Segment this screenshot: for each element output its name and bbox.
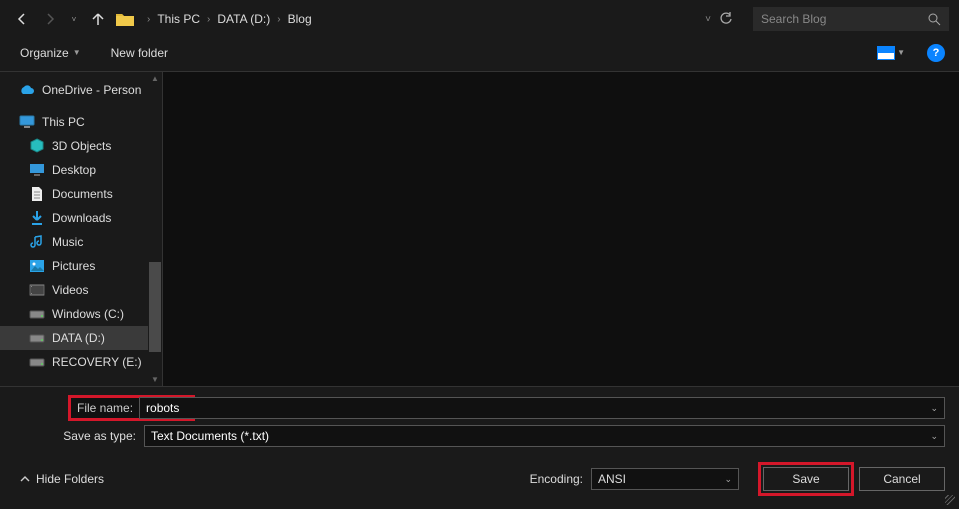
- breadcrumb-segment[interactable]: Blog: [282, 10, 318, 28]
- scroll-thumb[interactable]: [149, 262, 161, 352]
- picture-icon: [28, 258, 46, 274]
- chevron-down-icon[interactable]: ˅: [705, 14, 711, 25]
- tree-item-label: Desktop: [52, 163, 96, 177]
- tree-item-label: Videos: [52, 283, 88, 297]
- search-input[interactable]: Search Blog: [753, 7, 949, 31]
- tree-item-data-d[interactable]: DATA (D:): [0, 326, 162, 350]
- doc-icon: [28, 186, 46, 202]
- music-icon: [28, 234, 46, 250]
- resize-grip[interactable]: [943, 493, 955, 505]
- organize-toolbar: Organize▼ New folder ▼ ?: [0, 38, 959, 72]
- organize-button[interactable]: Organize▼: [14, 42, 87, 64]
- tree-item-this-pc[interactable]: This PC: [0, 110, 162, 134]
- up-button[interactable]: [86, 7, 110, 31]
- tree-item-label: RECOVERY (E:): [52, 355, 142, 369]
- cloud-icon: [18, 82, 36, 98]
- tree-item-recovery-e[interactable]: RECOVERY (E:): [0, 350, 162, 374]
- chevron-down-icon[interactable]: ⌄: [930, 431, 938, 442]
- chevron-down-icon[interactable]: ▼: [897, 48, 905, 57]
- chevron-down-icon: ▼: [73, 48, 81, 57]
- tree-item-videos[interactable]: Videos: [0, 278, 162, 302]
- tree-item-label: Music: [52, 235, 83, 249]
- savetype-select[interactable]: Text Documents (*.txt) ⌄: [144, 425, 945, 447]
- filename-row: File name: robots ⌄: [14, 397, 945, 419]
- tree-item-music[interactable]: Music: [0, 230, 162, 254]
- tree-item-label: Windows (C:): [52, 307, 124, 321]
- chevron-down-icon[interactable]: ⌄: [724, 474, 732, 485]
- cube-icon: [28, 138, 46, 154]
- drive-icon: [28, 330, 46, 346]
- back-button[interactable]: [10, 7, 34, 31]
- tree-item-label: OneDrive - Person: [42, 83, 141, 97]
- breadcrumb[interactable]: › This PC › DATA (D:) › Blog ˅: [142, 7, 743, 31]
- recent-locations-dropdown[interactable]: ˅: [66, 7, 82, 31]
- tree-item-downloads[interactable]: Downloads: [0, 206, 162, 230]
- savetype-label: Save as type:: [14, 429, 144, 443]
- tree-item-label: 3D Objects: [52, 139, 111, 153]
- tree-item-pictures[interactable]: Pictures: [0, 254, 162, 278]
- tree-item-label: Pictures: [52, 259, 95, 273]
- help-icon[interactable]: ?: [927, 44, 945, 62]
- tree-item-label: Documents: [52, 187, 113, 201]
- video-icon: [28, 282, 46, 298]
- tree-item-label: Downloads: [52, 211, 111, 225]
- filename-label: File name:: [70, 397, 139, 419]
- pc-icon: [18, 114, 36, 130]
- desktop-icon: [28, 162, 46, 178]
- body-area: OneDrive - Person This PC 3D Objects Deskto…: [0, 72, 959, 386]
- tree-item-documents[interactable]: Documents: [0, 182, 162, 206]
- tree-item-onedrive-person[interactable]: OneDrive - Person: [0, 78, 162, 102]
- action-row: Hide Folders Encoding: ANSI ⌄ Save Cance…: [14, 453, 945, 499]
- drive-icon: [28, 354, 46, 370]
- drive-icon: [28, 306, 46, 322]
- filename-input-left[interactable]: robots: [139, 397, 193, 419]
- download-icon: [28, 210, 46, 226]
- filename-highlight: File name: robots: [70, 397, 193, 419]
- tree-item-label: This PC: [42, 115, 85, 129]
- chevron-down-icon[interactable]: ⌄: [930, 403, 938, 414]
- encoding-select[interactable]: ANSI ⌄: [591, 468, 739, 490]
- new-folder-button[interactable]: New folder: [105, 42, 174, 64]
- tree-item-desktop[interactable]: Desktop: [0, 158, 162, 182]
- address-bar: ˅ › This PC › DATA (D:) › Blog ˅ Search …: [0, 0, 959, 38]
- tree-item-windows-c[interactable]: Windows (C:): [0, 302, 162, 326]
- breadcrumb-segment[interactable]: DATA (D:): [211, 10, 276, 28]
- breadcrumb-segment[interactable]: This PC: [151, 10, 206, 28]
- forward-button[interactable]: [38, 7, 62, 31]
- save-button[interactable]: Save: [763, 467, 849, 491]
- file-list[interactable]: [162, 72, 959, 386]
- view-options-icon[interactable]: [877, 46, 895, 60]
- hide-folders-button[interactable]: Hide Folders: [14, 472, 104, 486]
- tree-item-label: DATA (D:): [52, 331, 105, 345]
- search-icon: [928, 13, 941, 26]
- filename-input[interactable]: ⌄: [193, 397, 945, 419]
- nav-tree[interactable]: OneDrive - Person This PC 3D Objects Deskto…: [0, 72, 162, 386]
- save-panel: File name: robots ⌄ Save as type: Text D…: [0, 386, 959, 503]
- cancel-button[interactable]: Cancel: [859, 467, 945, 491]
- folder-icon: [114, 9, 136, 29]
- savetype-row: Save as type: Text Documents (*.txt) ⌄: [14, 425, 945, 447]
- scroll-down-icon[interactable]: ▼: [149, 373, 161, 386]
- tree-item-3d-objects[interactable]: 3D Objects: [0, 134, 162, 158]
- search-placeholder: Search Blog: [761, 12, 928, 26]
- refresh-icon[interactable]: [719, 12, 733, 26]
- encoding-label: Encoding:: [530, 472, 591, 486]
- tree-scrollbar[interactable]: ▲▼: [148, 72, 162, 386]
- scroll-up-icon[interactable]: ▲: [149, 72, 161, 85]
- chevron-up-icon: [20, 474, 30, 484]
